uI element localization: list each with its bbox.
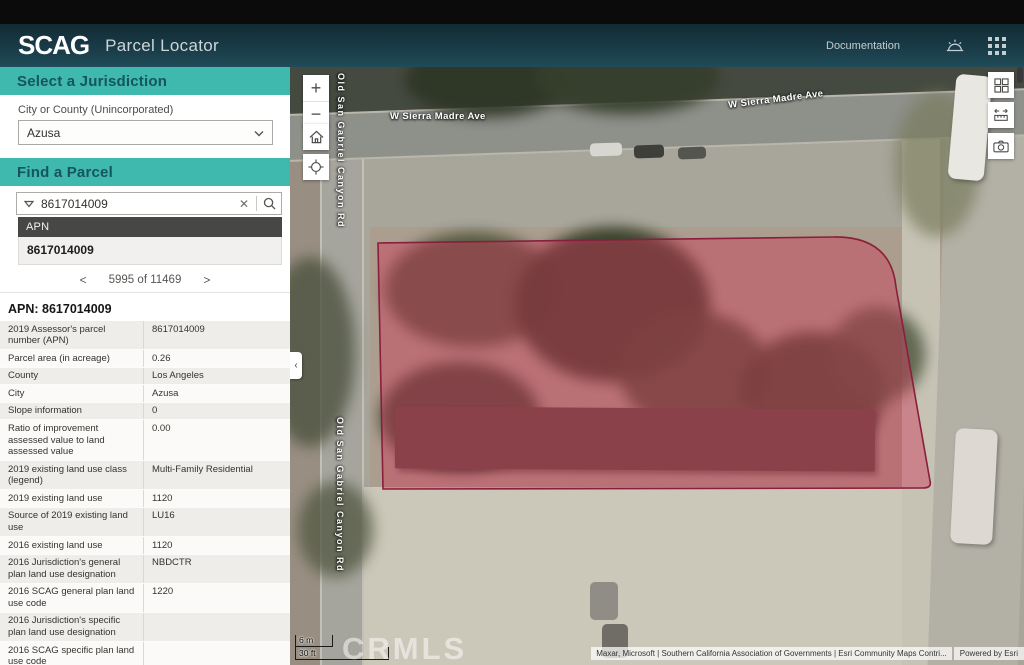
parcel-search-box: ✕ [16,192,282,215]
measure-tool-button[interactable] [988,102,1014,128]
theme-sunrise-icon[interactable] [942,33,968,59]
locate-button[interactable] [303,154,329,180]
basemap-gallery-button[interactable] [988,72,1014,98]
suggestion-group-header: APN [18,217,282,237]
attribute-label: City [0,385,143,402]
jurisdiction-field-label: City or County (Unincorporated) [18,104,273,116]
map-canvas[interactable]: W Sierra Madre Ave W Sierra Madre Ave Ol… [290,67,1024,665]
parked-car [678,147,706,160]
attribute-label: Parcel area (in acreage) [0,350,143,367]
attribute-label: Source of 2019 existing land use [0,508,143,536]
scrollbar-thumb[interactable] [1017,67,1023,83]
attribute-label: 2016 SCAG general plan land use code [0,584,143,612]
parked-car [590,582,618,620]
table-row: CountyLos Angeles [0,368,290,386]
clear-search-icon[interactable]: ✕ [232,197,256,211]
attribute-label: County [0,368,143,385]
sidebar: Select a Jurisdiction City or County (Un… [0,67,290,665]
scag-parcel-locator-app: SCAG Parcel Locator Documentation Select… [0,0,1024,665]
table-row: Parcel area (in acreage)0.26 [0,350,290,368]
attribute-value: 8617014009 [143,321,290,349]
zoom-control: + − [303,75,329,127]
section-select-jurisdiction: Select a Jurisdiction [0,67,290,95]
attribute-value: Azusa [143,385,290,402]
table-row: 2016 Jurisdiction's specific plan land u… [0,613,290,642]
zoom-in-button[interactable]: + [303,75,329,101]
chevron-down-icon [254,126,264,140]
window-top-bar [0,0,1024,24]
sidebar-collapse-button[interactable]: ‹ [290,352,302,379]
table-row: Ratio of improvement assessed value to l… [0,420,290,461]
prev-result-button[interactable]: < [76,273,91,287]
attribute-label: 2019 existing land use class (legend) [0,461,143,489]
table-row: 2016 SCAG specific plan land use code [0,642,290,665]
page-title: Parcel Locator [105,36,219,56]
building-roof [395,406,875,471]
documentation-link[interactable]: Documentation [826,40,900,52]
attribute-label: Ratio of improvement assessed value to l… [0,420,143,460]
table-row: 2019 existing land use class (legend)Mul… [0,461,290,490]
table-row: 2019 Assessor's parcel number (APN)86170… [0,321,290,350]
suggestion-item[interactable]: 8617014009 [18,237,282,265]
street-label: Old San Gabriel Canyon Rd [336,73,346,228]
powered-by-esri: Powered by Esri [954,647,1024,660]
parcel-attributes-table: 2019 Assessor's parcel number (APN)86170… [0,321,290,665]
result-pagination: < 5995 of 11469 > [0,267,290,293]
search-source-dropdown-icon[interactable] [17,200,41,208]
table-row: 2016 Jurisdiction's general plan land us… [0,555,290,584]
parked-car [634,144,664,158]
attribute-value: 1120 [143,490,290,507]
table-row: Slope information0 [0,403,290,421]
attribute-value [143,613,290,641]
section-find-a-parcel: Find a Parcel [0,158,290,186]
app-launcher-grid-icon[interactable] [984,33,1010,59]
screenshot-camera-button[interactable] [988,133,1014,159]
attribute-value: Multi-Family Residential [143,461,290,489]
attribute-label: 2019 existing land use [0,490,143,507]
attribute-value: LU16 [143,508,290,536]
attribute-label: Slope information [0,403,143,420]
attribute-label: 2016 Jurisdiction's general plan land us… [0,555,143,583]
next-result-button[interactable]: > [199,273,214,287]
parcel-details-heading: APN: 8617014009 [8,302,282,316]
app-header: SCAG Parcel Locator Documentation [0,24,1024,67]
table-row: 2016 SCAG general plan land use code1220 [0,584,290,613]
attribute-label: 2016 Jurisdiction's specific plan land u… [0,613,143,641]
crmls-watermark: CRMLS [342,631,467,665]
attribute-value: 0.26 [143,350,290,367]
home-button[interactable] [303,124,329,150]
attribute-label: 2016 existing land use [0,537,143,554]
attribution-text: Maxar, Microsoft | Southern California A… [591,647,952,660]
pagination-text: 5995 of 11469 [109,274,182,286]
parked-car [590,142,622,156]
jurisdiction-select[interactable]: Azusa [18,120,273,145]
table-row: CityAzusa [0,385,290,403]
table-row: 2016 existing land use1120 [0,537,290,555]
jurisdiction-selected-value: Azusa [27,126,254,140]
street-label: W Sierra Madre Ave [390,111,486,122]
tree [830,307,925,402]
attribute-value: 0 [143,403,290,420]
table-row: Source of 2019 existing land useLU16 [0,508,290,537]
scale-metric: 6 m [295,635,333,647]
attribute-value: Los Angeles [143,368,290,385]
attribute-value [143,642,290,665]
scag-logo: SCAG [18,30,89,61]
attribute-label: 2019 Assessor's parcel number (APN) [0,321,143,349]
white-rv [950,428,998,545]
table-row: 2019 existing land use1120 [0,490,290,508]
street-label: Old San Gabriel Canyon Rd [335,417,345,572]
attribute-label: 2016 SCAG specific plan land use code [0,642,143,665]
search-icon[interactable] [257,197,281,210]
attribute-value: 1120 [143,537,290,554]
attribute-value: 1220 [143,584,290,612]
parcel-search-input[interactable] [41,197,232,211]
attribute-value: NBDCTR [143,555,290,583]
map-attribution: Maxar, Microsoft | Southern California A… [591,647,1024,660]
attribute-value: 0.00 [143,420,290,460]
